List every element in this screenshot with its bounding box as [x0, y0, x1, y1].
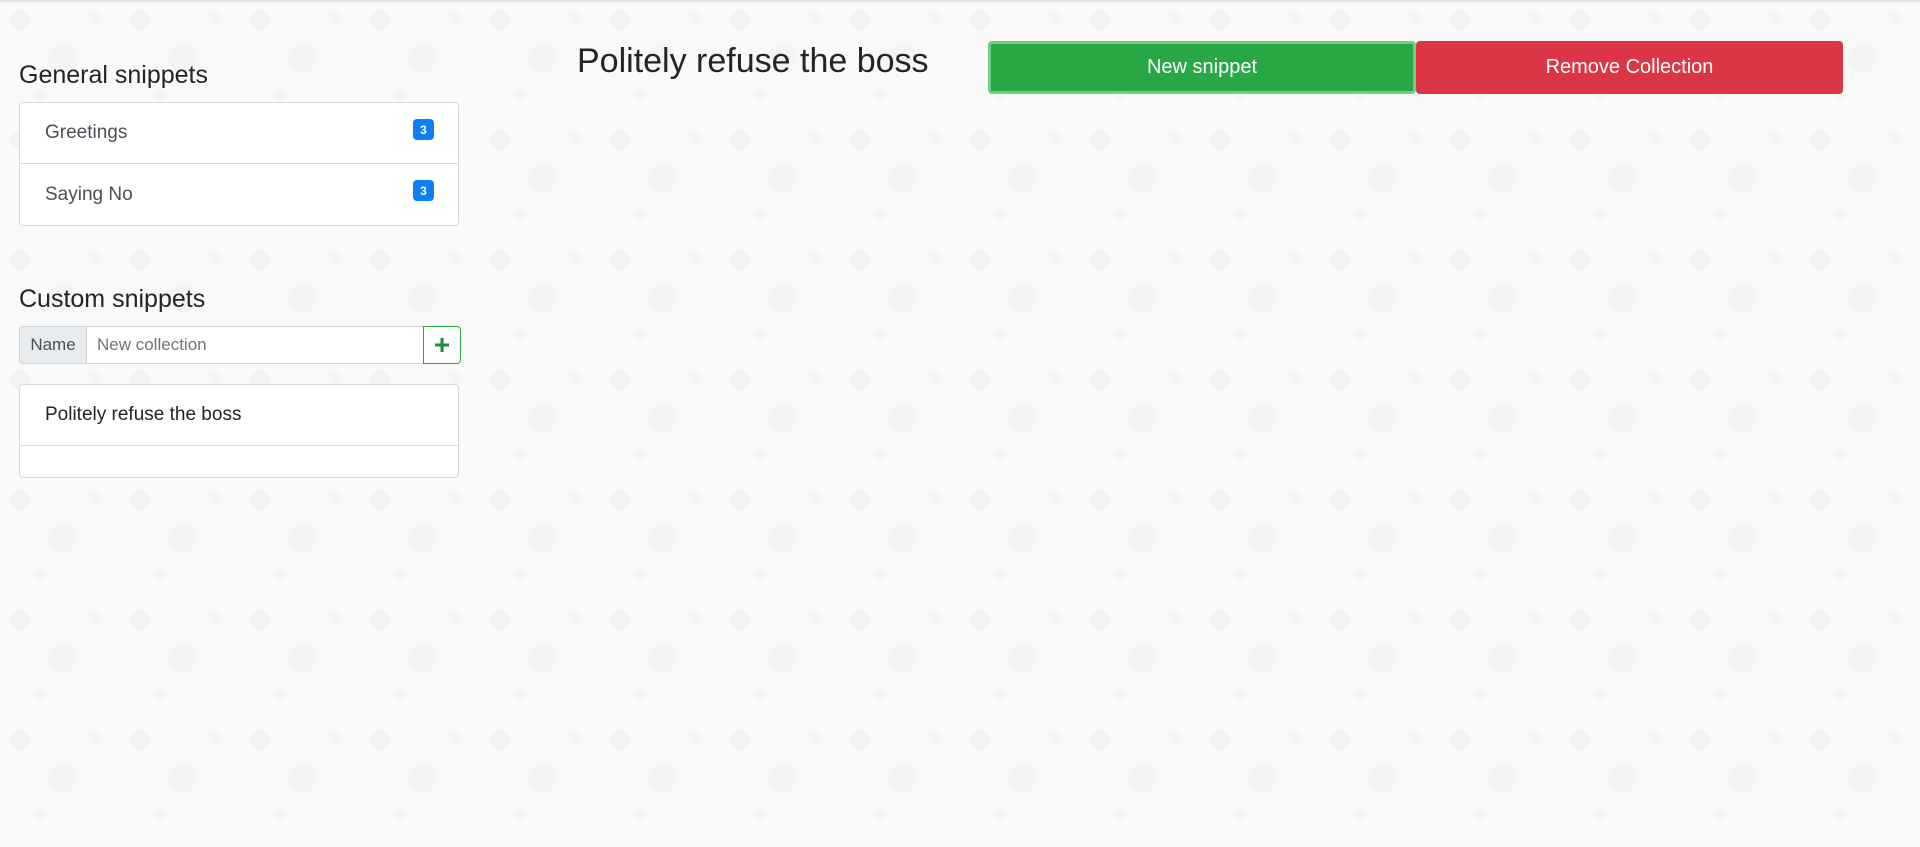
custom-snippets-heading: Custom snippets — [19, 285, 206, 313]
name-input-label: Name — [19, 326, 86, 364]
list-item-label: Saying No — [45, 183, 133, 205]
new-collection-input-group: Name + — [19, 326, 461, 364]
remove-collection-button[interactable]: Remove Collection — [1416, 41, 1843, 94]
list-item-greetings[interactable]: Greetings 3 — [20, 103, 458, 164]
collection-title: Politely refuse the boss — [577, 42, 929, 80]
count-badge: 3 — [413, 119, 434, 140]
general-snippets-heading: General snippets — [19, 61, 209, 89]
count-badge: 3 — [413, 180, 434, 201]
new-collection-input[interactable] — [86, 326, 423, 364]
general-snippets-list: Greetings 3 Saying No 3 — [19, 102, 459, 226]
list-item-label: Politely refuse the boss — [45, 404, 242, 425]
list-item-politely-refuse-the-boss[interactable]: Politely refuse the boss — [20, 385, 458, 446]
list-item-saying-no[interactable]: Saying No 3 — [20, 164, 458, 225]
plus-icon: + — [433, 329, 451, 360]
new-snippet-button[interactable]: New snippet — [988, 41, 1416, 94]
custom-snippets-list: Politely refuse the boss — [19, 384, 459, 478]
list-item-label: Greetings — [45, 122, 128, 143]
top-border — [0, 0, 1920, 2]
add-collection-button[interactable]: + — [423, 326, 461, 364]
list-item-empty — [20, 446, 458, 477]
